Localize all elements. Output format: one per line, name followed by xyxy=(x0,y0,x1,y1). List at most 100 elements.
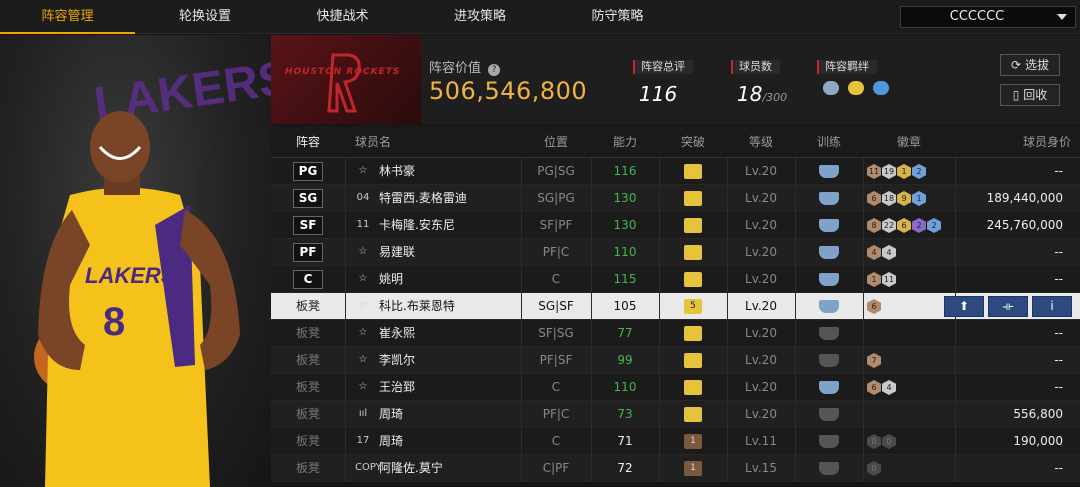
train-button[interactable]: ⟛ xyxy=(988,296,1028,317)
tab-defense-strategy[interactable]: 防守策略 xyxy=(550,0,685,34)
badge-icon[interactable]: 9 xyxy=(897,191,911,206)
player-ability: 99 xyxy=(617,353,633,367)
training-shield-icon[interactable] xyxy=(819,273,839,286)
breakthrough-crown-icon[interactable] xyxy=(684,164,702,179)
table-row[interactable]: 板凳 ☆ 崔永熙 SF|SG 77 Lv.20 -- xyxy=(271,320,1080,347)
column-header-value[interactable]: 球员身价 xyxy=(971,126,1071,158)
player-name[interactable]: 李凯尔 xyxy=(379,347,415,374)
column-header-position[interactable]: 位置 xyxy=(521,126,591,158)
column-header-ability[interactable]: 能力 xyxy=(591,126,659,158)
badge-icon[interactable]: 2 xyxy=(912,164,926,179)
player-name[interactable]: 姚明 xyxy=(379,266,403,293)
breakthrough-crown-icon[interactable] xyxy=(684,326,702,341)
badge-icon[interactable]: 11 xyxy=(867,164,881,179)
player-name[interactable]: 阿隆佐.莫宁 xyxy=(379,455,443,482)
tab-lineup-management[interactable]: 阵容管理 xyxy=(0,0,135,34)
badge-icon[interactable]: 11 xyxy=(882,272,896,287)
team-select-dropdown[interactable]: CCCCCC xyxy=(900,6,1076,28)
table-row[interactable]: C ☆ 姚明 C 115 Lv.20 1 11 -- xyxy=(271,266,1080,293)
player-name[interactable]: 卡梅隆.安东尼 xyxy=(379,212,455,239)
table-row[interactable]: 板凳 ☆ 科比.布莱恩特 SG|SF 105 5 Lv.20 6 ⬆ ⟛ i xyxy=(271,293,1080,320)
badge-icon[interactable]: 22 xyxy=(882,218,896,233)
breakthrough-crown-icon[interactable] xyxy=(684,380,702,395)
badge-icon[interactable]: 4 xyxy=(867,245,881,260)
training-shield-icon[interactable] xyxy=(819,246,839,259)
badge-icon[interactable]: 0 xyxy=(882,434,896,449)
column-header-lineup[interactable]: 阵容 xyxy=(271,126,345,158)
breakthrough-crown-icon[interactable] xyxy=(684,353,702,368)
info-button[interactable]: i xyxy=(1032,296,1072,317)
player-name[interactable]: 周琦 xyxy=(379,401,403,428)
training-shield-icon[interactable] xyxy=(819,327,839,340)
column-header-badges[interactable]: 徽章 xyxy=(863,126,955,158)
tab-quick-tactics[interactable]: 快捷战术 xyxy=(275,0,410,34)
badge-icon[interactable]: 18 xyxy=(882,191,896,206)
table-row[interactable]: 板凳 17 周琦 C 71 1 Lv.11 0 0 190,000 xyxy=(271,428,1080,455)
table-header: 阵容 球员名 位置 能力 突破 等级 训练 徽章 球员身价 xyxy=(271,126,1080,158)
badge-icon[interactable]: 6 xyxy=(897,218,911,233)
player-name[interactable]: 特雷西.麦格雷迪 xyxy=(379,185,467,212)
breakthrough-crown-icon[interactable]: 1 xyxy=(684,434,702,449)
position-slot-badge: PF xyxy=(293,243,323,262)
table-row[interactable]: PG ☆ 林书豪 PG|SG 116 Lv.20 11 19 1 2 -- xyxy=(271,158,1080,185)
breakthrough-crown-icon[interactable] xyxy=(684,407,702,422)
training-shield-icon[interactable] xyxy=(819,408,839,421)
breakthrough-crown-icon[interactable]: 1 xyxy=(684,461,702,476)
training-shield-icon[interactable] xyxy=(819,435,839,448)
chemistry-icons[interactable] xyxy=(817,80,890,99)
table-row[interactable]: SG 04 特雷西.麦格雷迪 SG|PG 130 Lv.20 6 18 9 1 189,440,00… xyxy=(271,185,1080,212)
training-shield-icon[interactable] xyxy=(819,192,839,205)
player-name[interactable]: 周琦 xyxy=(379,428,403,455)
badge-icon[interactable]: 6 xyxy=(867,191,881,206)
badge-icon[interactable]: 4 xyxy=(882,380,896,395)
badge-icon[interactable]: 0 xyxy=(867,461,881,476)
training-shield-icon[interactable] xyxy=(819,219,839,232)
column-header-level[interactable]: 等级 xyxy=(727,126,795,158)
lineup-screen: 阵容管理 轮换设置 快捷战术 进攻策略 防守策略 CCCCCC LAKERS L… xyxy=(0,0,1080,487)
badge-icon[interactable]: 2 xyxy=(927,218,941,233)
badge-icon[interactable]: 8 xyxy=(867,218,881,233)
table-row[interactable]: 板凳 ☆ 李凯尔 PF|SF 99 Lv.20 7 -- xyxy=(271,347,1080,374)
promote-button[interactable]: ⬆ xyxy=(944,296,984,317)
badge-icon[interactable]: 6 xyxy=(867,380,881,395)
player-name[interactable]: 王治郅 xyxy=(379,374,415,401)
training-shield-icon[interactable] xyxy=(819,165,839,178)
player-name[interactable]: 科比.布莱恩特 xyxy=(379,293,455,320)
badge-icon[interactable]: 1 xyxy=(912,191,926,206)
table-row[interactable]: PF ☆ 易建联 PF|C 110 Lv.20 4 4 -- xyxy=(271,239,1080,266)
player-name[interactable]: 林书豪 xyxy=(379,158,415,185)
tab-offense-strategy[interactable]: 进攻策略 xyxy=(410,0,550,34)
chevron-down-icon xyxy=(1057,14,1067,20)
badge-icon[interactable]: 19 xyxy=(882,164,896,179)
table-row[interactable]: SF 11 卡梅隆.安东尼 SF|PF 130 Lv.20 8 22 6 2 2 245,760,00… xyxy=(271,212,1080,239)
breakthrough-crown-icon[interactable] xyxy=(684,191,702,206)
column-header-training[interactable]: 训练 xyxy=(795,126,863,158)
badge-icon[interactable]: 1 xyxy=(897,164,911,179)
player-value: -- xyxy=(1054,461,1063,475)
breakthrough-crown-icon[interactable]: 5 xyxy=(684,299,702,314)
breakthrough-crown-icon[interactable] xyxy=(684,272,702,287)
player-name[interactable]: 易建联 xyxy=(379,239,415,266)
training-shield-icon[interactable] xyxy=(819,354,839,367)
table-row[interactable]: 板凳 ☆ 王治郅 C 110 Lv.20 6 4 -- xyxy=(271,374,1080,401)
help-icon[interactable]: ? xyxy=(488,64,501,76)
training-shield-icon[interactable] xyxy=(819,462,839,475)
column-header-name[interactable]: 球员名 xyxy=(355,126,395,158)
badge-icon[interactable]: 4 xyxy=(882,245,896,260)
badge-icon[interactable]: 7 xyxy=(867,353,881,368)
player-name[interactable]: 崔永熙 xyxy=(379,320,415,347)
badge-icon[interactable]: 6 xyxy=(867,299,881,314)
select-button[interactable]: ⟳ 选拔 xyxy=(1000,54,1060,76)
table-row[interactable]: 板凳 ııl 周琦 PF|C 73 Lv.20 556,800 xyxy=(271,401,1080,428)
table-row[interactable]: 板凳 COPY 阿隆佐.莫宁 C|PF 72 1 Lv.15 0 -- xyxy=(271,455,1080,482)
training-shield-icon[interactable] xyxy=(819,300,839,313)
breakthrough-crown-icon[interactable] xyxy=(684,245,702,260)
recycle-button[interactable]: ▯ 回收 xyxy=(1000,84,1060,106)
training-shield-icon[interactable] xyxy=(819,381,839,394)
badge-icon[interactable]: 0 xyxy=(867,434,881,449)
column-header-breakthrough[interactable]: 突破 xyxy=(659,126,727,158)
badge-icon[interactable]: 1 xyxy=(867,272,881,287)
tab-rotation-settings[interactable]: 轮换设置 xyxy=(135,0,275,34)
badge-icon[interactable]: 2 xyxy=(912,218,926,233)
breakthrough-crown-icon[interactable] xyxy=(684,218,702,233)
